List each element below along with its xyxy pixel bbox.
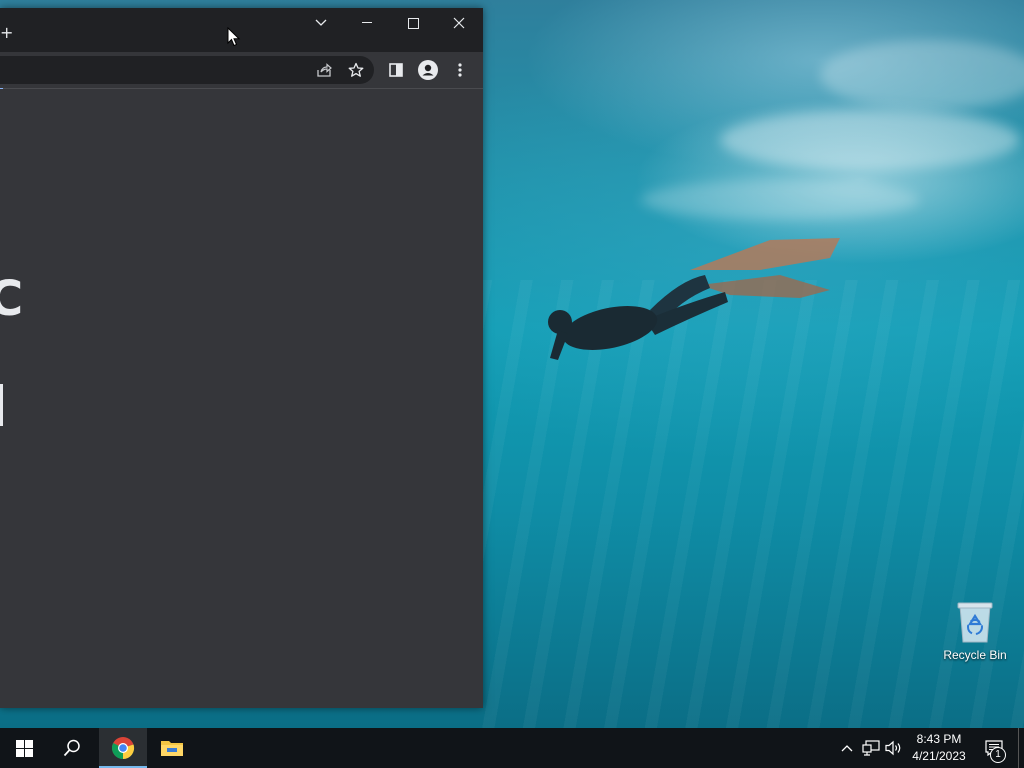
maximize-icon <box>407 17 419 29</box>
side-panel-button[interactable] <box>384 58 408 82</box>
address-bar[interactable] <box>0 56 374 84</box>
minimize-icon <box>362 22 372 23</box>
network-button[interactable] <box>861 738 881 758</box>
chevron-up-icon <box>841 745 853 752</box>
recycle-bin-shortcut[interactable]: Recycle Bin <box>938 600 1012 672</box>
close-button[interactable] <box>436 8 482 38</box>
profile-button[interactable] <box>416 58 440 82</box>
network-icon <box>862 740 880 756</box>
chrome-window[interactable]: + C <box>0 8 483 708</box>
taskbar: 8:43 PM 4/21/2023 1 <box>0 728 1024 768</box>
clipped-logo-fragment: C <box>0 271 24 327</box>
start-button[interactable] <box>0 728 48 768</box>
wave-highlight <box>640 180 920 220</box>
recycle-bin-label: Recycle Bin <box>943 648 1007 662</box>
show-desktop-button[interactable] <box>1018 728 1019 768</box>
taskbar-file-explorer[interactable] <box>148 728 196 768</box>
taskbar-chrome[interactable] <box>99 728 147 768</box>
file-explorer-icon <box>161 741 183 756</box>
taskbar-search-button[interactable] <box>48 728 96 768</box>
clipped-input-fragment[interactable] <box>0 384 3 426</box>
maximize-button[interactable] <box>390 8 436 38</box>
search-icon <box>63 739 80 757</box>
star-icon <box>348 62 364 77</box>
share-icon <box>317 63 332 77</box>
chrome-icon <box>112 737 135 760</box>
chrome-menu-button[interactable] <box>448 58 472 82</box>
close-icon <box>453 17 465 29</box>
title-bar[interactable]: + <box>0 8 483 52</box>
new-tab-plus-icon[interactable]: + <box>0 24 13 42</box>
volume-icon <box>885 740 901 756</box>
show-hidden-icons-button[interactable] <box>837 738 857 758</box>
chevron-down-icon <box>315 19 327 26</box>
mouse-cursor-icon <box>227 27 241 47</box>
kebab-menu-icon <box>458 63 462 77</box>
recycle-bin-icon <box>957 602 993 643</box>
minimize-button[interactable] <box>344 8 390 38</box>
clock-time: 8:43 PM <box>916 732 962 746</box>
browser-toolbar <box>0 52 483 88</box>
profile-icon <box>418 60 438 80</box>
wave-highlight <box>720 110 1020 170</box>
tab-search-button[interactable] <box>298 8 344 38</box>
bookmark-button[interactable] <box>344 58 368 82</box>
wave-highlight <box>820 40 1024 110</box>
share-button[interactable] <box>312 58 336 82</box>
volume-button[interactable] <box>884 738 904 758</box>
system-clock[interactable]: 8:43 PM 4/21/2023 <box>904 731 974 765</box>
side-panel-icon <box>389 63 403 77</box>
clock-date: 4/21/2023 <box>912 749 966 763</box>
windows-start-icon <box>15 739 33 757</box>
diver-silhouette <box>548 238 840 360</box>
page-content[interactable]: C <box>0 89 483 708</box>
notification-count-badge: 1 <box>990 747 1006 763</box>
